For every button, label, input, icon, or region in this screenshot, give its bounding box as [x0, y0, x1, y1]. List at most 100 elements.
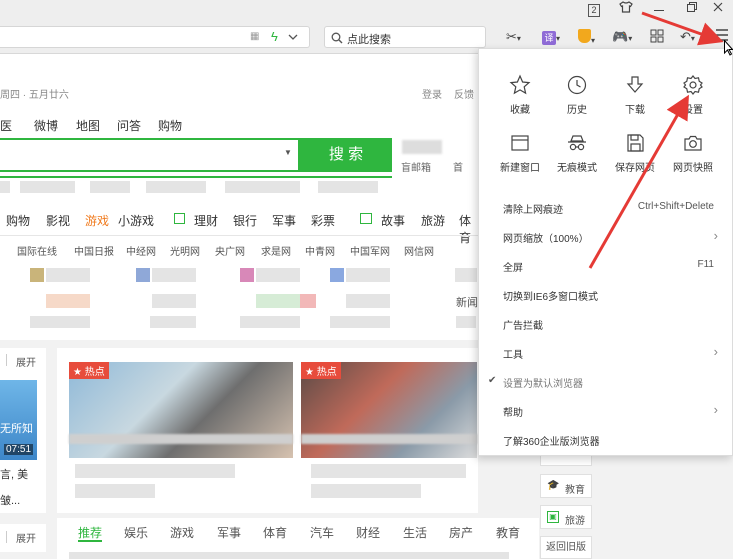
- qr-icon[interactable]: ▦: [250, 31, 259, 42]
- search-underline: [0, 176, 392, 178]
- site-link[interactable]: 光明网: [170, 243, 200, 258]
- tab-item[interactable]: 房产: [449, 524, 473, 541]
- undo-icon[interactable]: ↶▾: [680, 29, 695, 47]
- divider: [0, 235, 478, 236]
- travel-icon: ▣: [547, 511, 559, 523]
- category-link[interactable]: 银行: [233, 212, 257, 229]
- chevron-right-icon: ›: [713, 402, 718, 417]
- expand-link[interactable]: 展开: [16, 354, 36, 369]
- blurred-item: [318, 181, 378, 193]
- blurred-title: [75, 484, 155, 498]
- login-link[interactable]: 登录: [422, 86, 442, 101]
- nav-link[interactable]: 问答: [117, 117, 157, 134]
- side-tab-travel[interactable]: ▣ 旅游: [540, 505, 592, 529]
- address-bar[interactable]: ▦ ϟ: [0, 26, 310, 48]
- translate-icon[interactable]: 译 ▾: [542, 29, 560, 47]
- blurred-item: [90, 181, 130, 193]
- search-button[interactable]: 搜 索: [300, 138, 392, 172]
- menu-settings[interactable]: 设置: [666, 71, 720, 116]
- menu-ad-block[interactable]: 广告拦截: [503, 317, 718, 337]
- tab-item[interactable]: 娱乐: [124, 524, 148, 541]
- menu-set-default[interactable]: ✔ 设置为默认浏览器: [488, 375, 718, 395]
- category-link[interactable]: 小游戏: [118, 212, 154, 229]
- back-to-old-version[interactable]: 返回旧版: [540, 536, 592, 559]
- minimize-button[interactable]: [650, 1, 668, 18]
- category-link[interactable]: 理财: [194, 212, 218, 229]
- tab-item[interactable]: 财经: [356, 524, 380, 541]
- menu-fullscreen[interactable]: 全屏 F11: [503, 259, 718, 279]
- menu-tools[interactable]: 工具 ›: [503, 344, 718, 366]
- chevron-down-icon[interactable]: [288, 34, 298, 41]
- site-name: [330, 316, 390, 328]
- category-link[interactable]: 彩票: [311, 212, 335, 229]
- menu-clear-history[interactable]: 清除上网痕迹 Ctrl+Shift+Delete: [503, 201, 718, 221]
- category-link[interactable]: 购物: [6, 212, 30, 229]
- dropdown-caret-icon[interactable]: ▼: [284, 148, 292, 157]
- menu-about-enterprise[interactable]: 了解360企业版浏览器: [503, 433, 718, 453]
- tab-item[interactable]: 汽车: [310, 524, 334, 541]
- nav-link[interactable]: 购物: [158, 117, 198, 134]
- category-link[interactable]: 军事: [272, 212, 296, 229]
- feedback-link[interactable]: 反馈: [454, 86, 474, 101]
- lightning-icon[interactable]: ϟ: [271, 29, 278, 44]
- expand-link[interactable]: 展开: [16, 530, 36, 545]
- nav-link[interactable]: 微博: [34, 117, 74, 134]
- category-link[interactable]: 游戏: [85, 212, 109, 229]
- shield-icon[interactable]: ▾: [578, 29, 595, 47]
- side-tab-education[interactable]: 🎓 教育: [540, 474, 592, 498]
- restore-button[interactable]: [683, 1, 701, 18]
- menu-new-window[interactable]: 新建窗口: [493, 129, 547, 174]
- blurred-title: [311, 464, 466, 478]
- download-icon: [626, 76, 644, 93]
- site-name: [46, 268, 90, 282]
- category-link[interactable]: 故事: [381, 212, 405, 229]
- nav-link[interactable]: 医: [0, 117, 30, 134]
- site-name: [152, 294, 196, 308]
- menu-incognito[interactable]: 无痕模式: [550, 129, 604, 174]
- site-link[interactable]: 央广网: [215, 243, 245, 258]
- menu-page-zoom[interactable]: 网页缩放（100%） ›: [503, 228, 718, 250]
- site-link[interactable]: 中国军网: [350, 243, 390, 258]
- tab-item[interactable]: 教育: [496, 524, 520, 541]
- site-link[interactable]: 中国日报: [74, 243, 114, 258]
- tab-recommend[interactable]: 推荐: [78, 524, 102, 541]
- news-link[interactable]: 新闻: [456, 294, 478, 310]
- category-link[interactable]: 影视: [46, 212, 70, 229]
- main-search-input[interactable]: ▼: [0, 138, 300, 172]
- category-link[interactable]: 体育: [459, 212, 478, 246]
- tab-count-badge[interactable]: 2: [585, 1, 603, 18]
- site-link[interactable]: 中经网: [126, 243, 156, 258]
- nav-link[interactable]: 地图: [76, 117, 116, 134]
- menu-page-snapshot[interactable]: 网页快照: [666, 129, 720, 174]
- skin-shirt-icon[interactable]: [617, 1, 635, 18]
- menu-history[interactable]: 历史: [550, 71, 604, 116]
- menu-favorites[interactable]: 收藏: [493, 71, 547, 116]
- site-link[interactable]: 网信网: [404, 243, 434, 258]
- menu-help[interactable]: 帮助 ›: [503, 402, 718, 424]
- menu-downloads[interactable]: 下载: [608, 71, 662, 116]
- site-name: [455, 268, 477, 282]
- left-thumbnail[interactable]: 无所知 07:51: [0, 380, 37, 460]
- menu-save-page[interactable]: 保存网页: [608, 129, 662, 174]
- tab-item[interactable]: 生活: [403, 524, 427, 541]
- gamepad-icon[interactable]: 🎮▾: [612, 29, 632, 47]
- tab-item[interactable]: 体育: [263, 524, 287, 541]
- left-caption: 言, 美: [0, 469, 29, 481]
- side-link[interactable]: 首: [453, 159, 463, 174]
- blurred-item: [146, 181, 206, 193]
- tab-item[interactable]: 游戏: [170, 524, 194, 541]
- mail-link[interactable]: 盲邮箱: [401, 159, 431, 174]
- tab-item[interactable]: 军事: [217, 524, 241, 541]
- category-link[interactable]: 旅游: [421, 212, 445, 229]
- search-box[interactable]: 点此搜索: [324, 26, 486, 48]
- close-window-button[interactable]: [709, 1, 727, 18]
- screenshot-scissors-icon[interactable]: ✂▾: [506, 29, 521, 47]
- left-panel: 展开 无所知 07:51 言, 美 皱...: [0, 348, 46, 513]
- story-icon: [360, 213, 372, 224]
- title-bar: 2: [0, 0, 733, 20]
- site-link[interactable]: 求是网: [261, 243, 291, 258]
- menu-ie6-mode[interactable]: 切换到IE6多窗口模式: [503, 288, 718, 308]
- site-link[interactable]: 中青网: [305, 243, 335, 258]
- apps-grid-icon[interactable]: [650, 29, 664, 47]
- site-link[interactable]: 国际在线: [17, 243, 57, 258]
